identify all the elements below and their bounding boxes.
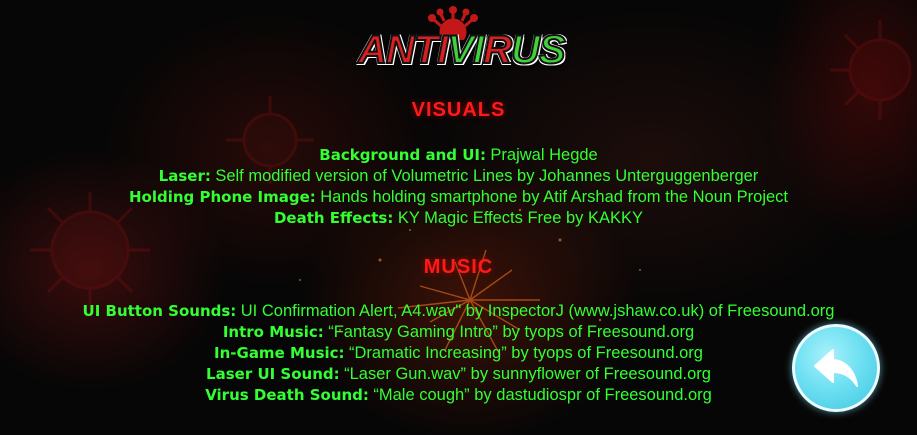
- visuals-heading: VISUALS: [411, 99, 506, 121]
- credit-label: In-Game Music:: [214, 344, 345, 362]
- game-logo-text: ANTIVIRUS: [357, 27, 567, 73]
- credit-line: Background and UI: Prajwal Hegde: [0, 145, 917, 166]
- credit-value: “Fantasy Gaming Intro” by tyops of Frees…: [328, 323, 695, 341]
- credit-label: Background and UI:: [319, 146, 486, 164]
- credit-value: “Male cough” by dastudiospr of Freesound…: [373, 386, 712, 404]
- credit-value: Prajwal Hegde: [490, 146, 598, 164]
- credit-line: UI Button Sounds: UI Confirmation Alert,…: [0, 301, 917, 322]
- credit-value: KY Magic Effects Free by KAKKY: [397, 209, 643, 227]
- credit-line: Laser UI Sound: “Laser Gun.wav” by sunny…: [0, 364, 917, 385]
- credit-value: Self modified version of Volumetric Line…: [215, 167, 759, 185]
- music-credits: UI Button Sounds: UI Confirmation Alert,…: [0, 301, 917, 406]
- credit-value: “Dramatic Increasing” by tyops of Freeso…: [348, 344, 703, 362]
- credit-label: Death Effects:: [273, 209, 394, 227]
- credit-value: Hands holding smartphone by Atif Arshad …: [320, 188, 789, 206]
- music-heading: MUSIC: [423, 256, 494, 278]
- credit-line: Holding Phone Image: Hands holding smart…: [0, 187, 917, 208]
- logo-text-part: US: [510, 27, 567, 73]
- credit-line: In-Game Music: “Dramatic Increasing” by …: [0, 343, 917, 364]
- credit-label: Intro Music:: [222, 323, 324, 341]
- credits-screen: ANTIVIRUS VISUALS Background and UI: Pra…: [0, 0, 917, 435]
- credit-line: Virus Death Sound: “Male cough” by dastu…: [0, 385, 917, 406]
- credit-line: Laser: Self modified version of Volumetr…: [0, 166, 917, 187]
- credit-label: Holding Phone Image:: [128, 188, 316, 206]
- logo-text-part: ANTI: [357, 27, 449, 73]
- credit-value: UI Confirmation Alert, A4.wav" by Inspec…: [240, 302, 835, 320]
- visuals-credits: Background and UI: Prajwal Hegde Laser: …: [0, 145, 917, 229]
- logo-text-part: VI: [446, 27, 485, 73]
- credit-line: Intro Music: “Fantasy Gaming Intro” by t…: [0, 322, 917, 343]
- back-arrow-icon: [814, 349, 858, 387]
- credit-label: Laser UI Sound:: [206, 365, 340, 383]
- credit-line: Death Effects: KY Magic Effects Free by …: [0, 208, 917, 229]
- credit-value: “Laser Gun.wav” by sunnyflower of Freeso…: [344, 365, 711, 383]
- credit-label: UI Button Sounds:: [82, 302, 237, 320]
- logo-text-part: R: [482, 27, 513, 73]
- credit-label: Virus Death Sound:: [205, 386, 369, 404]
- credit-label: Laser:: [158, 167, 211, 185]
- game-logo: ANTIVIRUS: [357, 6, 567, 78]
- back-button[interactable]: [792, 324, 880, 412]
